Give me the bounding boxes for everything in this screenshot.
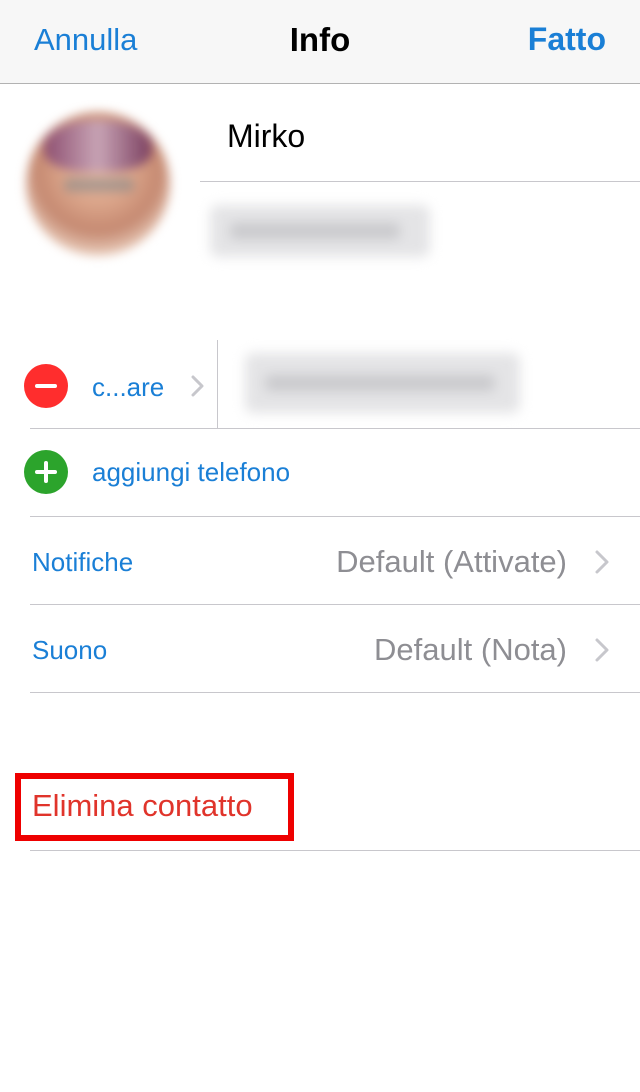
chevron-right-icon	[595, 638, 609, 662]
first-name-field[interactable]: Mirko	[227, 118, 305, 155]
phone-label-picker[interactable]: c...are	[92, 372, 164, 403]
divider	[30, 850, 640, 851]
add-phone-button[interactable]: aggiungi telefono	[92, 457, 290, 488]
notifications-value: Default (Attivate)	[336, 544, 567, 579]
sound-label: Suono	[32, 635, 108, 665]
sound-row[interactable]: Suono Default (Nota)	[0, 605, 640, 692]
blurred-phone-number-field[interactable]	[245, 353, 520, 413]
done-button[interactable]: Fatto	[528, 21, 606, 58]
blurred-company-field[interactable]	[210, 205, 430, 257]
divider	[200, 181, 640, 182]
contact-avatar[interactable]	[26, 112, 170, 256]
sound-value: Default (Nota)	[374, 632, 567, 667]
delete-contact-button[interactable]: Elimina contatto	[32, 788, 253, 824]
divider	[30, 692, 640, 693]
add-phone-icon[interactable]	[24, 450, 68, 494]
remove-phone-button[interactable]	[24, 364, 68, 408]
navigation-bar: Annulla Info Fatto	[0, 0, 640, 84]
notifications-label: Notifiche	[32, 547, 134, 577]
notifications-row[interactable]: Notifiche Default (Attivate)	[0, 517, 640, 604]
vertical-separator	[217, 340, 218, 428]
divider	[30, 428, 640, 429]
chevron-right-icon	[595, 550, 609, 574]
chevron-right-icon	[191, 375, 204, 397]
